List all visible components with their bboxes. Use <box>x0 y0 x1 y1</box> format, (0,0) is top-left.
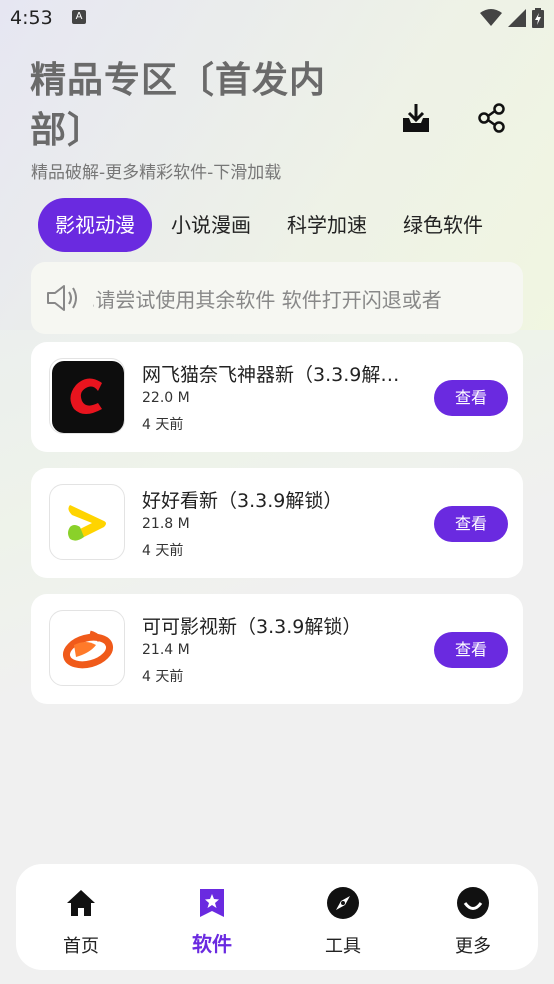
cell-signal-icon <box>508 9 526 27</box>
view-button[interactable]: 查看 <box>434 506 508 542</box>
app-name: 网飞猫奈飞神器新（3.3.9解锁） <box>142 364 402 386</box>
speaker-icon <box>47 285 77 311</box>
notice-text: 乱码,请尝试使用其余软件 软件打开闪退或者 <box>93 288 442 312</box>
haohaokan-app-icon <box>49 484 125 560</box>
nav-tools[interactable]: 工具 <box>288 864 398 970</box>
app-updated-time: 4 天前 <box>142 543 184 559</box>
status-time: 4:53 <box>10 7 53 29</box>
app-card[interactable]: 网飞猫奈飞神器新（3.3.9解锁） 22.0 M 4 天前 查看 <box>31 342 523 452</box>
category-tabs: 影视动漫 小说漫画 科学加速 绿色软件 <box>38 198 538 254</box>
app-name: 可可影视新（3.3.9解锁） <box>142 616 362 638</box>
app-name: 好好看新（3.3.9解锁） <box>142 490 343 512</box>
nav-tools-label: 工具 <box>325 936 361 957</box>
tab-novel-comic[interactable]: 小说漫画 <box>154 198 268 252</box>
download-tray-icon <box>403 104 429 132</box>
compass-icon <box>326 886 360 920</box>
notice-bar: 乱码,请尝试使用其余软件 软件打开闪退或者 <box>31 262 523 334</box>
bookmark-star-icon <box>195 886 229 920</box>
share-button[interactable] <box>472 98 512 138</box>
nav-home[interactable]: 首页 <box>26 864 136 970</box>
app-size: 21.8 M <box>142 516 190 532</box>
home-icon <box>64 886 98 920</box>
app-card[interactable]: 可可影视新（3.3.9解锁） 21.4 M 4 天前 查看 <box>31 594 523 704</box>
app-size: 21.4 M <box>142 642 190 658</box>
netflix-cat-app-icon <box>49 358 125 434</box>
app-updated-time: 4 天前 <box>142 669 184 685</box>
smile-icon <box>456 886 490 920</box>
view-button[interactable]: 查看 <box>434 380 508 416</box>
tab-science-accel[interactable]: 科学加速 <box>270 198 384 252</box>
tab-film-anime[interactable]: 影视动漫 <box>38 198 152 252</box>
page-title: 精品专区〔首发内部〕 <box>30 60 327 151</box>
wifi-icon <box>480 9 502 26</box>
nav-more[interactable]: 更多 <box>418 864 528 970</box>
view-button[interactable]: 查看 <box>434 632 508 668</box>
bottom-navigation: 首页 软件 工具 更多 <box>16 864 538 970</box>
notification-a-icon: A <box>72 10 86 24</box>
share-icon <box>478 103 505 133</box>
app-card[interactable]: 好好看新（3.3.9解锁） 21.8 M 4 天前 查看 <box>31 468 523 578</box>
tab-green-software[interactable]: 绿色软件 <box>386 198 500 252</box>
status-right-icons <box>480 8 544 28</box>
nav-software-label: 软件 <box>192 932 232 956</box>
keke-app-icon <box>49 610 125 686</box>
nav-software[interactable]: 软件 <box>157 864 267 970</box>
page-subtitle: 精品破解-更多精彩软件-下滑加载 <box>31 163 282 183</box>
app-updated-time: 4 天前 <box>142 417 184 433</box>
nav-more-label: 更多 <box>455 936 491 957</box>
battery-icon <box>532 8 544 28</box>
app-size: 22.0 M <box>142 390 190 406</box>
status-bar: 4:53 A <box>0 0 554 36</box>
download-button[interactable] <box>396 98 436 138</box>
notice-text-viewport: 乱码,请尝试使用其余软件 软件打开闪退或者 <box>93 284 507 313</box>
nav-home-label: 首页 <box>63 936 99 957</box>
